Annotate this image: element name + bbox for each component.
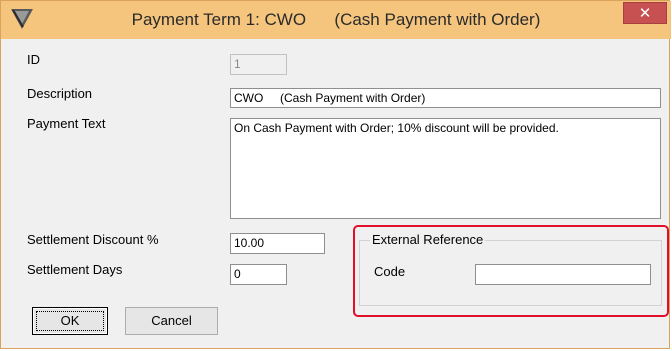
title-bar[interactable]: Payment Term 1: CWO (Cash Payment with O… xyxy=(1,1,671,39)
payment-text-label: Payment Text xyxy=(27,116,106,131)
settlement-days-field[interactable]: 0 xyxy=(230,264,287,285)
payment-term-window: Payment Term 1: CWO (Cash Payment with O… xyxy=(0,0,671,349)
description-field[interactable]: CWO (Cash Payment with Order) xyxy=(230,88,661,108)
id-field: 1 xyxy=(230,54,287,75)
id-label: ID xyxy=(27,52,40,67)
focus-ring xyxy=(36,311,104,331)
settlement-discount-label: Settlement Discount % xyxy=(27,232,159,247)
external-reference-highlight xyxy=(353,225,669,317)
close-icon: ✕ xyxy=(638,4,652,22)
cancel-button[interactable]: Cancel xyxy=(125,307,218,335)
close-button[interactable]: ✕ xyxy=(623,2,667,24)
ok-button[interactable]: OK xyxy=(32,307,108,335)
payment-text-field[interactable]: On Cash Payment with Order; 10% discount… xyxy=(230,118,661,219)
settlement-days-label: Settlement Days xyxy=(27,262,123,277)
window-title: Payment Term 1: CWO (Cash Payment with O… xyxy=(131,10,541,29)
settlement-discount-field[interactable]: 10.00 xyxy=(230,233,325,254)
cancel-button-label: Cancel xyxy=(151,313,192,328)
description-label: Description xyxy=(27,86,93,101)
